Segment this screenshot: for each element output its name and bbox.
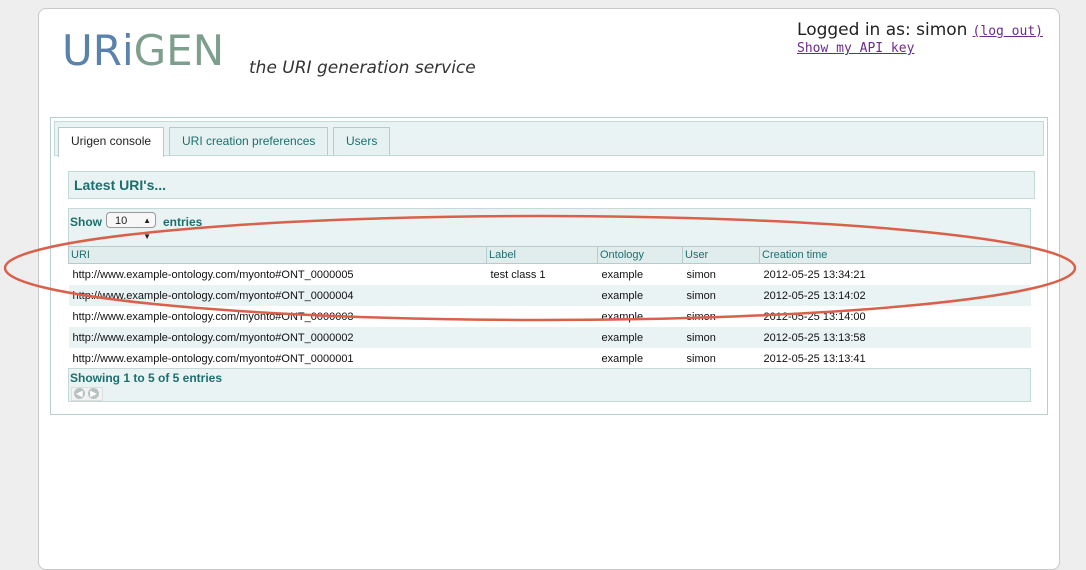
cell-ontology: example [597, 263, 683, 285]
logo-ur: UR [62, 26, 122, 75]
table-row[interactable]: http://www.example-ontology.com/myonto#O… [68, 327, 1031, 348]
cell-ontology: example [597, 306, 683, 327]
cell-ontology: example [597, 348, 683, 369]
column-header-ontology[interactable]: Ontology [597, 246, 683, 264]
cell-uri: http://www.example-ontology.com/myonto#O… [68, 263, 487, 285]
table-row[interactable]: http://www.example-ontology.com/myonto#O… [68, 348, 1031, 369]
cell-uri: http://www.example-ontology.com/myonto#O… [68, 327, 487, 348]
cell-creation-time: 2012-05-25 13:13:58 [759, 327, 1031, 348]
tab-users[interactable]: Users [333, 127, 391, 155]
cell-label [486, 285, 598, 306]
column-header-user[interactable]: User [682, 246, 760, 264]
select-arrows-icon: ▲ ▼ [143, 216, 151, 241]
show-api-key-link[interactable]: Show my API key [797, 41, 1043, 56]
column-header-label[interactable]: Label [486, 246, 598, 264]
cell-uri: http://www.example-ontology.com/myonto#O… [68, 348, 487, 369]
cell-ontology: example [597, 285, 683, 306]
table-row[interactable]: http://www.example-ontology.com/myonto#O… [68, 263, 1031, 285]
logo-i: i [121, 26, 134, 75]
cell-label [486, 348, 598, 369]
login-status: Logged in as: simon (log out) Show my AP… [797, 20, 1043, 56]
column-header-creation-time[interactable]: Creation time [759, 246, 1031, 264]
tab-urigen-console[interactable]: Urigen console [58, 127, 165, 157]
tab-uri-creation-preferences[interactable]: URI creation preferences [169, 127, 329, 155]
cell-uri: http://www.example-ontology.com/myonto#O… [68, 285, 487, 306]
arrow-left-icon[interactable]: ◀ [74, 388, 85, 399]
tab-bar: Urigen console URI creation preferences … [54, 121, 1044, 157]
cell-label: test class 1 [486, 263, 598, 285]
cell-user: simon [682, 327, 760, 348]
table-info: Showing 1 to 5 of 5 entries [70, 371, 223, 385]
entries-select[interactable]: 10 ▲ ▼ [106, 212, 156, 241]
table-controls: Show 10 ▲ ▼ entries [68, 208, 1031, 247]
cell-user: simon [682, 285, 760, 306]
cell-creation-time: 2012-05-25 13:13:41 [759, 348, 1031, 369]
cell-label [486, 327, 598, 348]
entries-label: entries [163, 215, 203, 229]
column-header-uri[interactable]: URI [68, 246, 487, 264]
show-label: Show [70, 215, 102, 229]
cell-creation-time: 2012-05-25 13:34:21 [759, 263, 1031, 285]
console-panel: Urigen console URI creation preferences … [50, 117, 1048, 415]
tagline: the URI generation service [249, 58, 476, 78]
table-row[interactable]: http://www.example-ontology.com/myonto#O… [68, 285, 1031, 306]
cell-creation-time: 2012-05-25 13:14:02 [759, 285, 1031, 306]
table-header-row: URI Label Ontology User Creation time [68, 246, 1031, 264]
cell-uri: http://www.example-ontology.com/myonto#O… [68, 306, 487, 327]
pagination: ◀ ▶ [71, 387, 103, 401]
cell-ontology: example [597, 327, 683, 348]
section-title: Latest URI's... [68, 171, 1035, 199]
urigen-logo: URiGEN [62, 30, 224, 72]
logged-in-text: Logged in as: simon [797, 20, 968, 40]
cell-creation-time: 2012-05-25 13:14:00 [759, 306, 1031, 327]
table-footer: Showing 1 to 5 of 5 entries ◀ ▶ [68, 368, 1031, 402]
arrow-right-icon[interactable]: ▶ [88, 388, 99, 399]
table-row[interactable]: http://www.example-ontology.com/myonto#O… [68, 306, 1031, 327]
cell-user: simon [682, 263, 760, 285]
logo-gen: GEN [133, 26, 225, 75]
entries-select-value: 10 [115, 215, 128, 227]
cell-user: simon [682, 306, 760, 327]
logout-link[interactable]: (log out) [973, 24, 1043, 39]
uri-table: URI Label Ontology User Creation time ht… [68, 246, 1031, 369]
cell-user: simon [682, 348, 760, 369]
cell-label [486, 306, 598, 327]
